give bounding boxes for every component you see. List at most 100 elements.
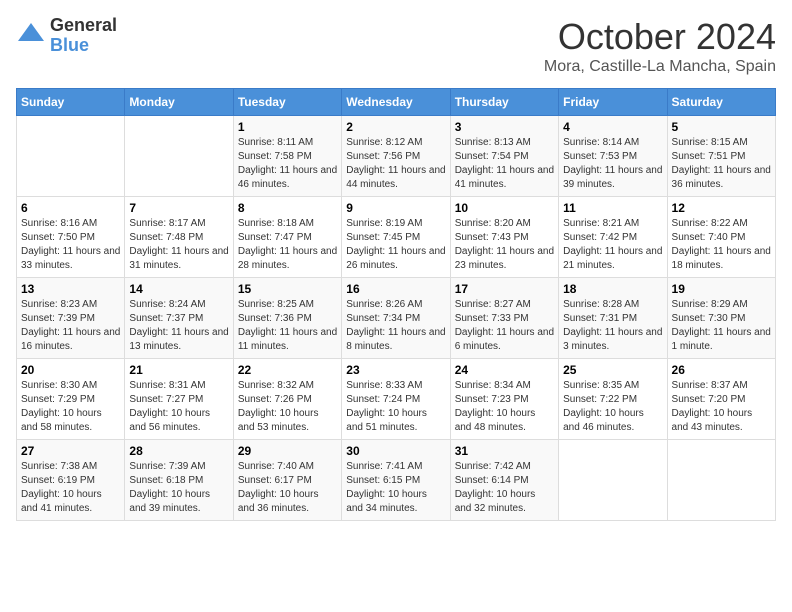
weekday-header-tuesday: Tuesday: [233, 89, 341, 116]
day-info: Sunrise: 8:19 AMSunset: 7:45 PMDaylight:…: [346, 217, 445, 273]
calendar-header: SundayMondayTuesdayWednesdayThursdayFrid…: [17, 89, 776, 116]
day-number: 1: [238, 120, 337, 134]
calendar-cell: 1 Sunrise: 8:11 AMSunset: 7:58 PMDaylight…: [233, 116, 341, 197]
calendar-cell: 6 Sunrise: 8:16 AMSunset: 7:50 PMDaylight…: [17, 197, 125, 278]
calendar-cell: 29 Sunrise: 7:40 AMSunset: 6:17 PMDayligh…: [233, 440, 341, 521]
day-info: Sunrise: 8:30 AMSunset: 7:29 PMDaylight:…: [21, 379, 120, 435]
calendar-cell: 2Sunrise: 8:12 AMSunset: 7:56 PMDaylight…: [342, 116, 450, 197]
calendar-cell: 20 Sunrise: 8:30 AMSunset: 7:29 PMDayligh…: [17, 359, 125, 440]
day-info: Sunrise: 8:21 AMSunset: 7:42 PMDaylight:…: [563, 217, 662, 273]
day-info: Sunrise: 8:26 AMSunset: 7:34 PMDaylight:…: [346, 298, 445, 354]
calendar-cell: [559, 440, 667, 521]
day-number: 5: [672, 120, 771, 134]
day-number: 23: [346, 363, 445, 377]
logo-blue: Blue: [50, 36, 117, 56]
day-info: Sunrise: 8:11 AMSunset: 7:58 PMDaylight:…: [238, 136, 337, 192]
calendar-cell: 11 Sunrise: 8:21 AMSunset: 7:42 PMDayligh…: [559, 197, 667, 278]
page-header: General Blue October 2024 Mora, Castille…: [16, 16, 776, 76]
day-number: 19: [672, 282, 771, 296]
month-title: October 2024: [544, 16, 776, 58]
weekday-header-monday: Monday: [125, 89, 233, 116]
calendar-cell: 22Sunrise: 8:32 AMSunset: 7:26 PMDayligh…: [233, 359, 341, 440]
day-info: Sunrise: 8:18 AMSunset: 7:47 PMDaylight:…: [238, 217, 337, 273]
day-number: 31: [455, 444, 554, 458]
day-number: 8: [238, 201, 337, 215]
weekday-header-sunday: Sunday: [17, 89, 125, 116]
day-number: 29: [238, 444, 337, 458]
logo-general: General: [50, 16, 117, 36]
logo-icon: [16, 21, 46, 51]
day-number: 12: [672, 201, 771, 215]
day-number: 30: [346, 444, 445, 458]
calendar-week-0: 1 Sunrise: 8:11 AMSunset: 7:58 PMDaylight…: [17, 116, 776, 197]
day-info: Sunrise: 8:24 AMSunset: 7:37 PMDaylight:…: [129, 298, 228, 354]
title-section: October 2024 Mora, Castille-La Mancha, S…: [544, 16, 776, 76]
day-info: Sunrise: 8:37 AMSunset: 7:20 PMDaylight:…: [672, 379, 771, 435]
day-number: 26: [672, 363, 771, 377]
day-info: Sunrise: 8:35 AMSunset: 7:22 PMDaylight:…: [563, 379, 662, 435]
day-info: Sunrise: 7:41 AMSunset: 6:15 PMDaylight:…: [346, 460, 445, 516]
weekday-header-thursday: Thursday: [450, 89, 558, 116]
day-info: Sunrise: 8:15 AMSunset: 7:51 PMDaylight:…: [672, 136, 771, 192]
calendar-week-4: 27Sunrise: 7:38 AMSunset: 6:19 PMDayligh…: [17, 440, 776, 521]
calendar-cell: 26 Sunrise: 8:37 AMSunset: 7:20 PMDayligh…: [667, 359, 775, 440]
day-number: 24: [455, 363, 554, 377]
day-number: 14: [129, 282, 228, 296]
calendar-cell: 27Sunrise: 7:38 AMSunset: 6:19 PMDayligh…: [17, 440, 125, 521]
day-info: Sunrise: 8:27 AMSunset: 7:33 PMDaylight:…: [455, 298, 554, 354]
day-number: 13: [21, 282, 120, 296]
day-number: 6: [21, 201, 120, 215]
calendar-cell: 15 Sunrise: 8:25 AMSunset: 7:36 PMDayligh…: [233, 278, 341, 359]
day-info: Sunrise: 8:29 AMSunset: 7:30 PMDaylight:…: [672, 298, 771, 354]
day-number: 27: [21, 444, 120, 458]
day-number: 2: [346, 120, 445, 134]
weekday-row: SundayMondayTuesdayWednesdayThursdayFrid…: [17, 89, 776, 116]
day-number: 15: [238, 282, 337, 296]
calendar-cell: [17, 116, 125, 197]
day-number: 9: [346, 201, 445, 215]
calendar-cell: 24Sunrise: 8:34 AMSunset: 7:23 PMDayligh…: [450, 359, 558, 440]
calendar-cell: [125, 116, 233, 197]
calendar-body: 1 Sunrise: 8:11 AMSunset: 7:58 PMDaylight…: [17, 116, 776, 521]
calendar-cell: 16 Sunrise: 8:26 AMSunset: 7:34 PMDayligh…: [342, 278, 450, 359]
calendar-cell: 21Sunrise: 8:31 AMSunset: 7:27 PMDayligh…: [125, 359, 233, 440]
day-number: 20: [21, 363, 120, 377]
day-info: Sunrise: 8:17 AMSunset: 7:48 PMDaylight:…: [129, 217, 228, 273]
day-number: 28: [129, 444, 228, 458]
day-info: Sunrise: 7:40 AMSunset: 6:17 PMDaylight:…: [238, 460, 337, 516]
day-info: Sunrise: 8:33 AMSunset: 7:24 PMDaylight:…: [346, 379, 445, 435]
calendar-cell: 30 Sunrise: 7:41 AMSunset: 6:15 PMDayligh…: [342, 440, 450, 521]
calendar-cell: 28 Sunrise: 7:39 AMSunset: 6:18 PMDayligh…: [125, 440, 233, 521]
day-number: 10: [455, 201, 554, 215]
day-info: Sunrise: 8:22 AMSunset: 7:40 PMDaylight:…: [672, 217, 771, 273]
calendar-cell: [667, 440, 775, 521]
day-info: Sunrise: 8:16 AMSunset: 7:50 PMDaylight:…: [21, 217, 120, 273]
calendar-week-1: 6 Sunrise: 8:16 AMSunset: 7:50 PMDaylight…: [17, 197, 776, 278]
day-number: 11: [563, 201, 662, 215]
logo-text: General Blue: [50, 16, 117, 56]
day-number: 17: [455, 282, 554, 296]
calendar-cell: 31 Sunrise: 7:42 AMSunset: 6:14 PMDayligh…: [450, 440, 558, 521]
day-info: Sunrise: 8:31 AMSunset: 7:27 PMDaylight:…: [129, 379, 228, 435]
calendar-cell: 25 Sunrise: 8:35 AMSunset: 7:22 PMDayligh…: [559, 359, 667, 440]
day-number: 4: [563, 120, 662, 134]
calendar-cell: 9 Sunrise: 8:19 AMSunset: 7:45 PMDaylight…: [342, 197, 450, 278]
calendar-cell: 10Sunrise: 8:20 AMSunset: 7:43 PMDayligh…: [450, 197, 558, 278]
calendar-cell: 5 Sunrise: 8:15 AMSunset: 7:51 PMDaylight…: [667, 116, 775, 197]
calendar-cell: 7Sunrise: 8:17 AMSunset: 7:48 PMDaylight…: [125, 197, 233, 278]
calendar-cell: 14 Sunrise: 8:24 AMSunset: 7:37 PMDayligh…: [125, 278, 233, 359]
day-number: 22: [238, 363, 337, 377]
logo: General Blue: [16, 16, 117, 56]
day-info: Sunrise: 7:39 AMSunset: 6:18 PMDaylight:…: [129, 460, 228, 516]
day-info: Sunrise: 7:42 AMSunset: 6:14 PMDaylight:…: [455, 460, 554, 516]
weekday-header-wednesday: Wednesday: [342, 89, 450, 116]
day-number: 16: [346, 282, 445, 296]
calendar-table: SundayMondayTuesdayWednesdayThursdayFrid…: [16, 88, 776, 521]
day-info: Sunrise: 8:25 AMSunset: 7:36 PMDaylight:…: [238, 298, 337, 354]
calendar-cell: 8 Sunrise: 8:18 AMSunset: 7:47 PMDaylight…: [233, 197, 341, 278]
calendar-cell: 13Sunrise: 8:23 AMSunset: 7:39 PMDayligh…: [17, 278, 125, 359]
day-info: Sunrise: 8:28 AMSunset: 7:31 PMDaylight:…: [563, 298, 662, 354]
day-number: 25: [563, 363, 662, 377]
day-number: 18: [563, 282, 662, 296]
calendar-cell: 23 Sunrise: 8:33 AMSunset: 7:24 PMDayligh…: [342, 359, 450, 440]
